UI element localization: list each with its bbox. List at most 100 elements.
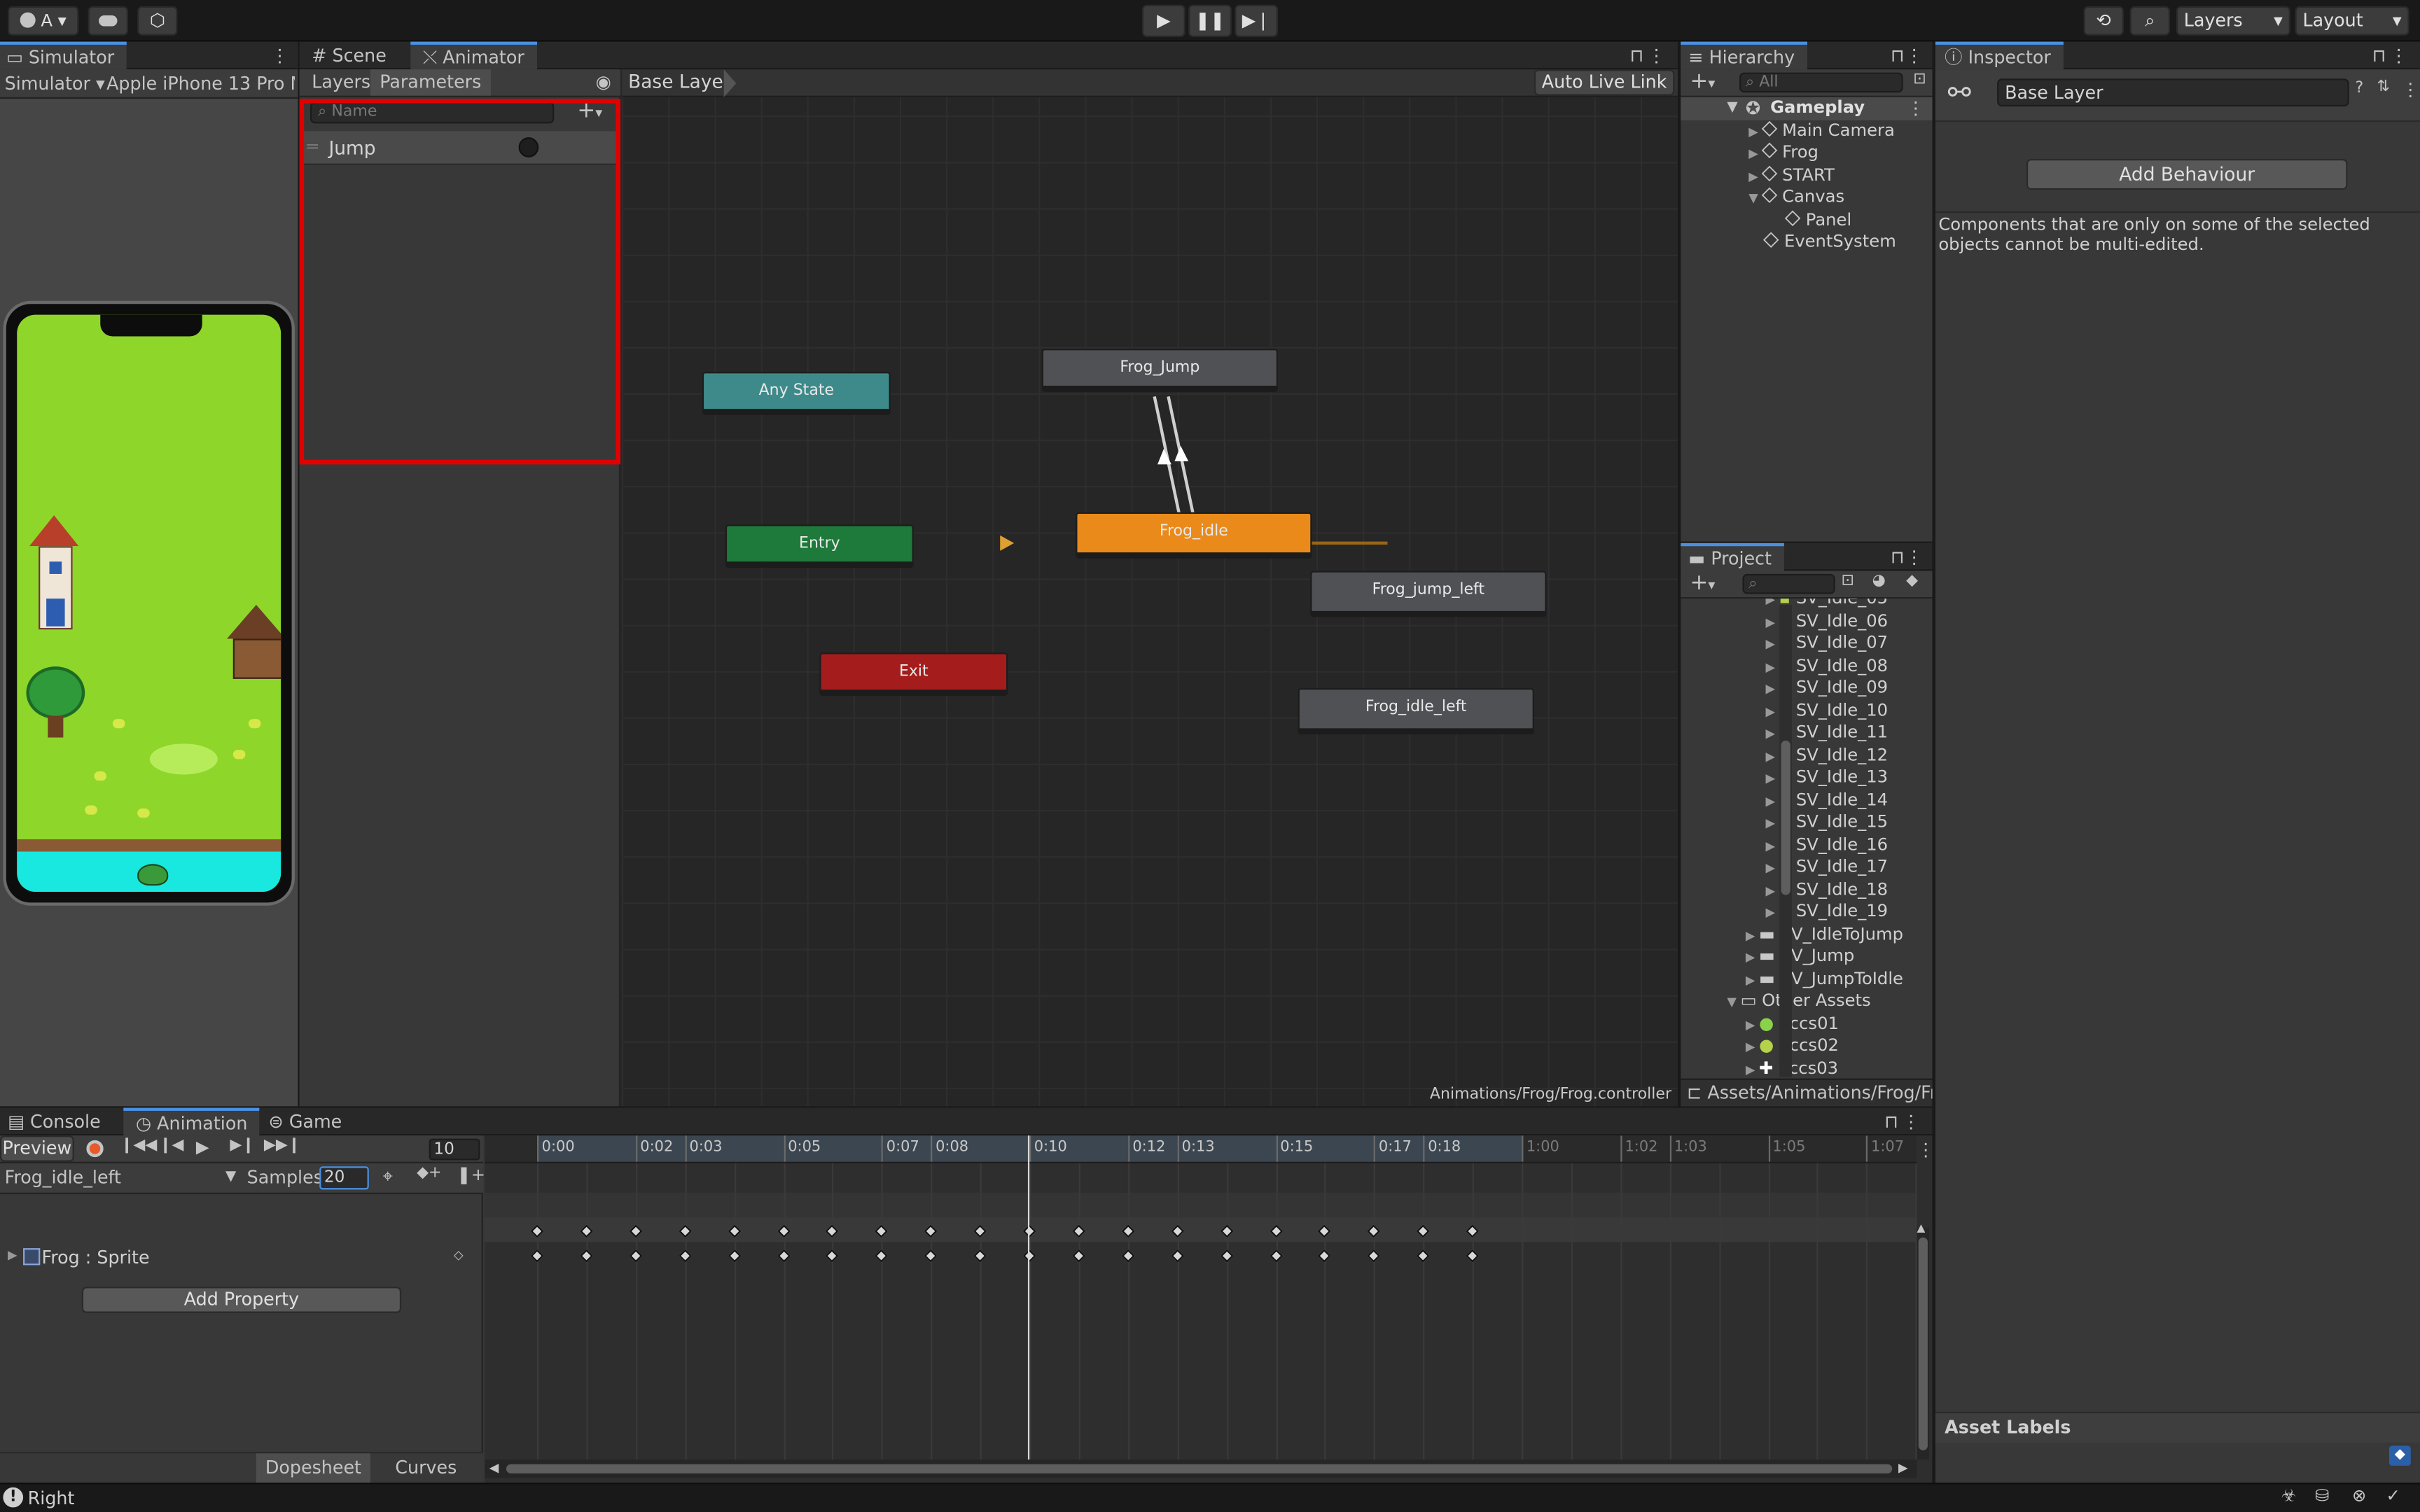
scrollbar-thumb[interactable] <box>1781 740 1790 895</box>
device-dropdown[interactable]: Apple iPhone 13 Pro Ma <box>106 73 295 94</box>
project-asset[interactable]: ▶ ● accs01 <box>1746 1013 1839 1035</box>
tag-icon[interactable]: ◆ <box>1906 573 1918 589</box>
lock-icon[interactable]: ⊓ <box>1884 1111 1898 1133</box>
next-keyframe-icon[interactable]: ▶❙ <box>230 1137 254 1154</box>
expand-icon[interactable]: ▶ <box>1765 637 1779 651</box>
create-asset-button[interactable]: +▾ <box>1690 571 1715 596</box>
eye-icon[interactable]: ◉ <box>596 71 611 92</box>
simulator-mode-dropdown[interactable]: Simulator ▾ <box>5 73 105 94</box>
keyframe[interactable] <box>826 1224 840 1238</box>
keyframe[interactable] <box>924 1249 938 1263</box>
expand-icon[interactable]: ▶ <box>1746 928 1759 942</box>
hierarchy-item[interactable]: ▶ START <box>1748 164 1835 187</box>
account-button[interactable]: A ▾ <box>8 6 79 36</box>
add-behaviour-button[interactable]: Add Behaviour <box>2026 159 2348 190</box>
more-options-icon[interactable]: ⋮ <box>2402 78 2419 100</box>
tab-game[interactable]: ⊜ Game <box>256 1108 354 1136</box>
expand-icon[interactable]: ▶ <box>1765 883 1779 897</box>
keyframe[interactable] <box>1072 1249 1085 1263</box>
inspector-name-field[interactable]: Base Layer <box>1997 78 2349 107</box>
keyframe[interactable] <box>579 1224 593 1238</box>
any-state-node[interactable]: Any State <box>702 372 891 415</box>
keyframe[interactable] <box>777 1249 790 1263</box>
db-icon[interactable]: ⛁ <box>2315 1486 2329 1506</box>
keyframe[interactable] <box>924 1224 938 1238</box>
frog-jump-node[interactable]: Frog_Jump <box>1041 349 1278 392</box>
frame-field[interactable]: 10 <box>429 1138 480 1161</box>
more-options-icon[interactable]: ⋮ <box>1905 546 1923 568</box>
expand-icon[interactable]: ▶ <box>1748 146 1762 160</box>
keyframe[interactable] <box>530 1249 544 1263</box>
last-keyframe-icon[interactable]: ▶▶❙ <box>264 1137 300 1154</box>
expand-icon[interactable]: ▶ <box>1765 704 1779 718</box>
expand-icon[interactable]: ▶ <box>1765 598 1779 606</box>
frog-idle-node[interactable]: Frog_idle <box>1076 512 1312 559</box>
keyframe[interactable] <box>777 1224 790 1238</box>
presets-icon[interactable]: ⇅ <box>2377 78 2389 95</box>
expand-icon[interactable]: ▶ <box>1746 1040 1759 1054</box>
expand-icon[interactable]: ▶ <box>1746 1063 1759 1077</box>
expand-icon[interactable]: ▶ <box>1765 794 1779 808</box>
dopesheet-hscroll[interactable]: ◀ ▶ <box>485 1460 1917 1478</box>
scene-filter-icon[interactable]: ⊡ <box>1913 71 1926 88</box>
keyframe[interactable] <box>973 1224 987 1238</box>
search-button[interactable]: ⌕ <box>2129 6 2170 36</box>
keyframe-diamond-icon[interactable]: ◇ <box>454 1248 464 1262</box>
expand-icon[interactable]: ▼ <box>1727 97 1737 120</box>
debug-icon[interactable]: ☣ <box>2281 1486 2297 1506</box>
expand-icon[interactable]: ▶ <box>1746 1018 1759 1032</box>
keyframe[interactable] <box>1121 1224 1135 1238</box>
expand-icon[interactable]: ▼ <box>1748 191 1762 205</box>
more-options-icon[interactable]: ⋮ <box>1905 45 1923 66</box>
scroll-right-icon[interactable]: ▶ <box>1898 1461 1908 1475</box>
tab-project[interactable]: ▬ Project <box>1681 542 1784 571</box>
project-folder[interactable]: ▶ ▬ SV_JumpToIdle <box>1746 968 1903 990</box>
expand-icon[interactable]: ▶ <box>1746 973 1759 987</box>
network-icon[interactable]: ⊗ <box>2352 1486 2366 1506</box>
keyframe[interactable] <box>727 1224 741 1238</box>
layers-dropdown[interactable]: Layers ▾ <box>2176 6 2290 36</box>
expand-icon[interactable]: ▶ <box>1765 727 1779 741</box>
dopesheet-area[interactable]: 0:00 0:02 0:03 0:05 0:07 0:08 0:10 0:12 0:13 0:15… <box>485 1135 1935 1483</box>
more-options-icon[interactable]: ⋮ <box>1903 1111 1920 1133</box>
project-folder[interactable]: ▶ ▬ SV_IdleToJump <box>1746 923 1903 946</box>
scrollbar-thumb[interactable] <box>506 1464 1893 1474</box>
keyframe[interactable] <box>1417 1249 1430 1263</box>
expand-icon[interactable]: ▶ <box>1748 124 1762 138</box>
add-event-icon[interactable]: ❚+ <box>457 1165 485 1185</box>
hierarchy-item[interactable]: ▶ Main Camera <box>1748 120 1895 142</box>
dopesheet-button[interactable]: Dopesheet <box>256 1453 370 1483</box>
expand-icon[interactable]: ▶ <box>1765 861 1779 875</box>
hierarchy-item[interactable]: ▼ Canvas <box>1748 187 1844 209</box>
curves-button[interactable]: Curves <box>370 1453 482 1483</box>
animator-graph[interactable]: Base Layer Auto Live Link Any State Frog… <box>622 69 1678 1107</box>
expand-icon[interactable]: ▶ <box>1765 615 1779 629</box>
clip-dropdown[interactable]: Frog_idle_left ▼ <box>0 1165 241 1191</box>
keyframe[interactable] <box>678 1224 692 1238</box>
tab-parameters[interactable]: Parameters <box>370 69 491 96</box>
layout-dropdown[interactable]: Layout ▾ <box>2295 6 2409 36</box>
preview-button[interactable]: Preview <box>0 1135 74 1162</box>
tab-animator[interactable]: ⤬ Animator <box>410 41 537 70</box>
cloud-button[interactable] <box>88 6 128 36</box>
exit-node[interactable]: Exit <box>819 652 1008 696</box>
hierarchy-search[interactable]: ⌕ All <box>1739 72 1903 93</box>
project-folder[interactable]: ▼ ▭ Other Assets <box>1727 990 1870 1013</box>
keyframe[interactable] <box>973 1249 987 1263</box>
keyframe[interactable] <box>629 1249 642 1263</box>
search-by-label-icon[interactable]: ◕ <box>1872 573 1886 589</box>
keyframe[interactable] <box>579 1249 593 1263</box>
frog-idle-left-node[interactable]: Frog_idle_left <box>1298 688 1534 735</box>
hierarchy-item[interactable]: ▶ Frog <box>1748 142 1819 164</box>
add-keyframe-icon[interactable]: ◆+ <box>417 1165 441 1182</box>
project-scrollbar[interactable] <box>1779 605 1792 1077</box>
history-button[interactable]: ⟲ <box>2083 6 2124 36</box>
hierarchy-scene-row[interactable]: ▼ ✪ Gameplay ⋮ <box>1681 97 1933 120</box>
prev-keyframe-icon[interactable]: ❙◀ <box>159 1137 183 1154</box>
play-icon[interactable]: ▶ <box>196 1137 209 1157</box>
keyframe[interactable] <box>1269 1249 1283 1263</box>
add-object-button[interactable]: +▾ <box>1690 69 1715 94</box>
keyframe[interactable] <box>530 1224 544 1238</box>
more-options-icon[interactable]: ⋮ <box>1917 1139 1934 1161</box>
snap-icon[interactable]: ⌖ <box>383 1165 393 1188</box>
